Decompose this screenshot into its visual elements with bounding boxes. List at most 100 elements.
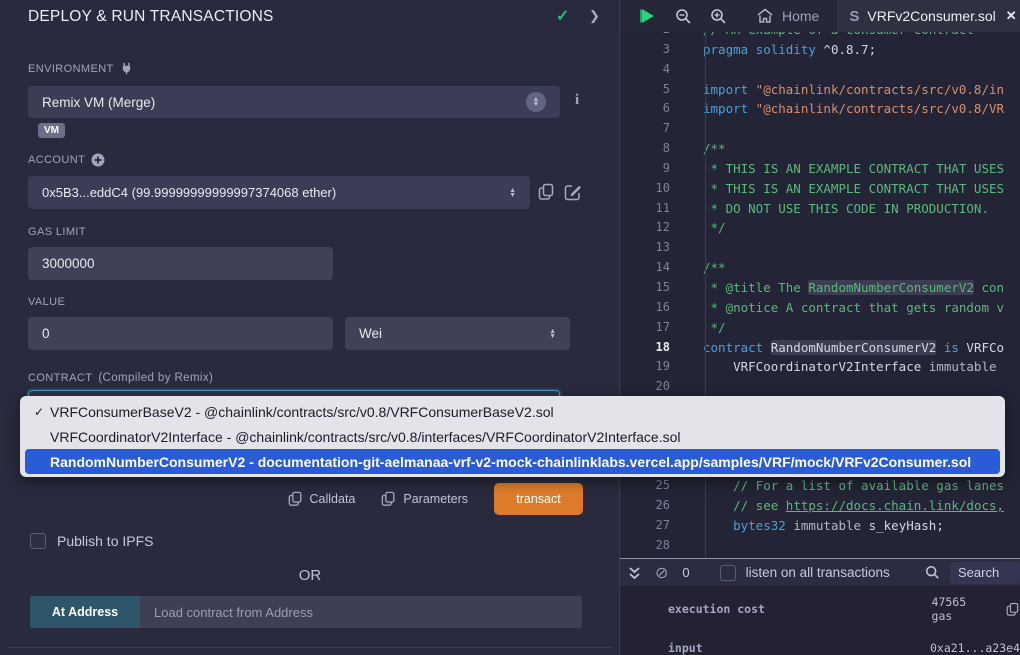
copy-icon (288, 491, 303, 507)
home-icon (756, 8, 774, 24)
publish-ipfs-label: Publish to IPFS (57, 533, 154, 549)
select-arrows-icon: ▲▼ (549, 329, 556, 339)
code-line: 5import "@chainlink/contracts/src/v0.8/i… (620, 80, 1020, 100)
clear-console-icon[interactable]: ⊘ (647, 563, 676, 583)
code-line: 14/** (620, 258, 1020, 278)
editor-tabbar: Home S VRFv2Consumer.sol ✕ (620, 0, 1020, 32)
listen-all-transactions-checkbox[interactable] (720, 565, 736, 581)
line-number: 9 (620, 159, 692, 179)
code-line: 6import "@chainlink/contracts/src/v0.8/V… (620, 99, 1020, 119)
code-line: 25 // For a list of available gas lanes (620, 476, 1020, 496)
code-line: 4 (620, 60, 1020, 80)
edit-account-button[interactable] (564, 183, 582, 201)
contract-option-label: VRFCoordinatorV2Interface - @chainlink/c… (50, 429, 681, 445)
line-number: 17 (620, 318, 692, 338)
line-number: 4 (620, 60, 692, 80)
add-account-icon[interactable] (91, 153, 105, 167)
section-divider (8, 647, 612, 648)
gutter-divider (705, 32, 706, 558)
contract-option-label: RandomNumberConsumerV2 - documentation-g… (50, 454, 971, 470)
code-line: 8/** (620, 139, 1020, 159)
terminal-detail-row: input0xa21...a23e4 (620, 623, 1020, 655)
code-line: 3pragma solidity ^0.8.7; (620, 40, 1020, 60)
tab-active-file[interactable]: S VRFv2Consumer.sol ✕ (837, 0, 1020, 32)
at-address-input[interactable] (140, 596, 582, 628)
copy-calldata-button[interactable]: Calldata (288, 491, 356, 507)
code-line: 28 (620, 536, 1020, 556)
terminal-expand-button[interactable] (620, 566, 647, 580)
zoom-in-button[interactable] (701, 8, 736, 25)
value-input[interactable]: 0 (28, 317, 333, 350)
collapse-panel-chevron-icon[interactable]: ❯ (589, 8, 600, 24)
pending-tx-count: 0 (676, 565, 703, 580)
line-number: 7 (620, 119, 692, 139)
at-address-button[interactable]: At Address (30, 596, 140, 628)
code-line: 12 */ (620, 218, 1020, 238)
gas-limit-label: GAS LIMIT (28, 226, 86, 238)
line-number: 14 (620, 258, 692, 278)
vm-badge: VM (38, 123, 65, 138)
copy-icon[interactable] (1006, 602, 1020, 617)
account-label: ACCOUNT (28, 154, 85, 166)
code-line: 16 * @notice A contract that gets random… (620, 298, 1020, 318)
line-number: 11 (620, 199, 692, 219)
terminal-detail-key: execution cost (668, 602, 932, 616)
environment-label: ENVIRONMENT (28, 63, 114, 75)
contract-dropdown-list: ✓VRFConsumerBaseV2 - @chainlink/contract… (20, 396, 1005, 477)
terminal-detail-key: input (668, 641, 930, 655)
line-number: 18 (620, 338, 692, 358)
tab-close-icon[interactable]: ✕ (1006, 8, 1017, 24)
select-arrows-icon: ▲▼ (509, 188, 516, 198)
tab-active-label: VRFv2Consumer.sol (867, 8, 995, 24)
line-number: 10 (620, 179, 692, 199)
terminal-detail-value: 47565 gas (932, 595, 993, 623)
code-line: 9 * THIS IS AN EXAMPLE CONTRACT THAT USE… (620, 159, 1020, 179)
code-editor-panel[interactable]: 2// An example of a consumer contract3pr… (620, 0, 1020, 655)
edit-icon (564, 183, 582, 201)
selected-check-icon: ✓ (34, 405, 50, 419)
code-line: 7 (620, 119, 1020, 139)
code-line: 13 (620, 238, 1020, 258)
environment-select[interactable]: Remix VM (Merge) ▲▼ (28, 86, 560, 118)
zoom-out-button[interactable] (666, 8, 701, 25)
publish-ipfs-checkbox[interactable] (30, 533, 46, 549)
zoom-in-icon (710, 8, 727, 25)
panel-title: DEPLOY & RUN TRANSACTIONS (28, 8, 274, 26)
value-unit-select[interactable]: Wei ▲▼ (345, 317, 570, 350)
line-number: 5 (620, 80, 692, 100)
line-number: 3 (620, 40, 692, 60)
contract-option[interactable]: VRFCoordinatorV2Interface - @chainlink/c… (20, 424, 1005, 449)
run-script-button[interactable] (620, 6, 666, 26)
compile-success-check-icon: ✓ (556, 6, 569, 26)
transact-button[interactable]: transact (494, 483, 583, 515)
line-number: 19 (620, 357, 692, 377)
double-chevron-down-icon (628, 566, 641, 580)
value-label: VALUE (28, 296, 65, 308)
line-number: 26 (620, 496, 692, 516)
contract-option[interactable]: ✓VRFConsumerBaseV2 - @chainlink/contract… (20, 399, 1005, 424)
copy-parameters-button[interactable]: Parameters (381, 491, 468, 507)
select-arrows-icon: ▲▼ (526, 92, 546, 112)
contract-sublabel: (Compiled by Remix) (98, 372, 213, 384)
terminal-output: execution cost47565 gasinput0xa21...a23e… (620, 586, 1020, 655)
line-number: 6 (620, 99, 692, 119)
plug-icon (120, 62, 133, 75)
line-number: 8 (620, 139, 692, 159)
terminal-search-input[interactable] (950, 562, 1020, 584)
environment-info-icon[interactable]: i (575, 92, 579, 109)
line-number: 28 (620, 536, 692, 556)
copy-account-button[interactable] (538, 183, 555, 201)
tab-home[interactable]: Home (744, 0, 831, 32)
parameters-label: Parameters (403, 492, 468, 506)
copy-icon (381, 491, 396, 507)
code-line: 10 * THIS IS AN EXAMPLE CONTRACT THAT US… (620, 179, 1020, 199)
terminal-toolbar: ⊘ 0 listen on all transactions (620, 558, 1020, 586)
account-select[interactable]: 0x5B3...eddC4 (99.99999999999997374068 e… (28, 176, 530, 209)
solidity-file-icon: S (849, 8, 859, 25)
terminal-detail-value: 0xa21...a23e4 (930, 641, 1020, 655)
environment-value: Remix VM (Merge) (42, 95, 155, 110)
gas-limit-input[interactable]: 3000000 (28, 247, 333, 280)
terminal-detail-row: execution cost47565 gas (620, 586, 1020, 623)
gas-limit-value: 3000000 (42, 256, 95, 271)
contract-option[interactable]: RandomNumberConsumerV2 - documentation-g… (25, 449, 1000, 474)
